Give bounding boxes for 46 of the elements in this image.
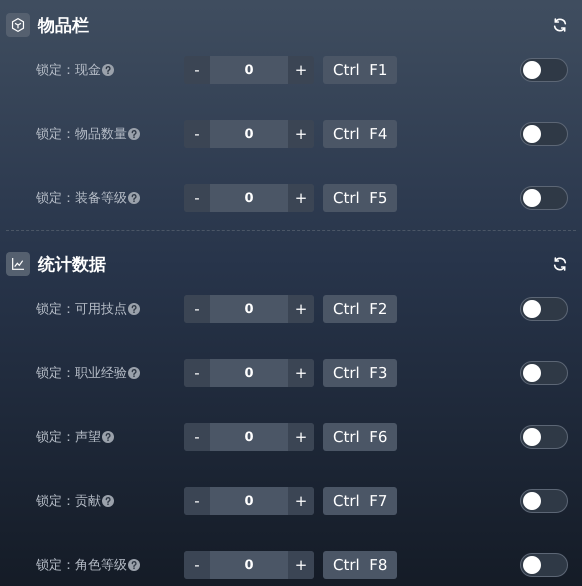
toggle-switch[interactable] <box>520 122 568 146</box>
help-icon[interactable] <box>102 64 114 76</box>
toggle-switch[interactable] <box>520 361 568 385</box>
field-label: 锁定：职业经验 <box>36 365 127 382</box>
hotkey-button[interactable]: Ctrl F1 <box>323 56 398 84</box>
help-icon[interactable] <box>102 431 114 443</box>
toggle-switch[interactable] <box>520 58 568 82</box>
hotkey-button[interactable]: Ctrl F6 <box>323 423 398 451</box>
field-label: 锁定：可用技点 <box>36 301 127 318</box>
help-icon[interactable] <box>128 367 140 379</box>
field-label: 锁定：贡献 <box>36 493 101 510</box>
toggle-switch[interactable] <box>520 186 568 210</box>
value-field[interactable]: 0 <box>210 120 288 148</box>
field-label: 锁定：声望 <box>36 429 101 446</box>
help-icon[interactable] <box>102 495 114 507</box>
section-title: 物品栏 <box>38 14 90 36</box>
value-field[interactable]: 0 <box>210 359 288 387</box>
hotkey-button[interactable]: Ctrl F3 <box>323 359 398 387</box>
refresh-icon[interactable] <box>552 17 568 33</box>
help-icon[interactable] <box>128 559 140 571</box>
hotkey-button[interactable]: Ctrl F7 <box>323 487 398 515</box>
value-field[interactable]: 0 <box>210 295 288 323</box>
hotkey-button[interactable]: Ctrl F8 <box>323 551 398 579</box>
field-label: 锁定：现金 <box>36 62 101 79</box>
help-icon[interactable] <box>128 192 140 204</box>
section-title: 统计数据 <box>38 254 107 276</box>
field-label: 锁定：物品数量 <box>36 126 127 143</box>
help-icon[interactable] <box>128 303 140 315</box>
value-field[interactable]: 0 <box>210 551 288 579</box>
field-label: 锁定：装备等级 <box>36 190 127 207</box>
cube-icon <box>6 13 30 37</box>
hotkey-button[interactable]: Ctrl F2 <box>323 295 398 323</box>
toggle-switch[interactable] <box>520 553 568 577</box>
refresh-icon[interactable] <box>552 256 568 272</box>
value-field[interactable]: 0 <box>210 487 288 515</box>
help-icon[interactable] <box>128 128 140 140</box>
hotkey-button[interactable]: Ctrl F5 <box>323 184 398 212</box>
value-field[interactable]: 0 <box>210 184 288 212</box>
field-label: 锁定：角色等级 <box>36 557 127 574</box>
value-field[interactable]: 0 <box>210 56 288 84</box>
toggle-switch[interactable] <box>520 489 568 513</box>
chart-icon <box>6 252 30 276</box>
toggle-switch[interactable] <box>520 297 568 321</box>
value-field[interactable]: 0 <box>210 423 288 451</box>
hotkey-button[interactable]: Ctrl F4 <box>323 120 398 148</box>
toggle-switch[interactable] <box>520 425 568 449</box>
